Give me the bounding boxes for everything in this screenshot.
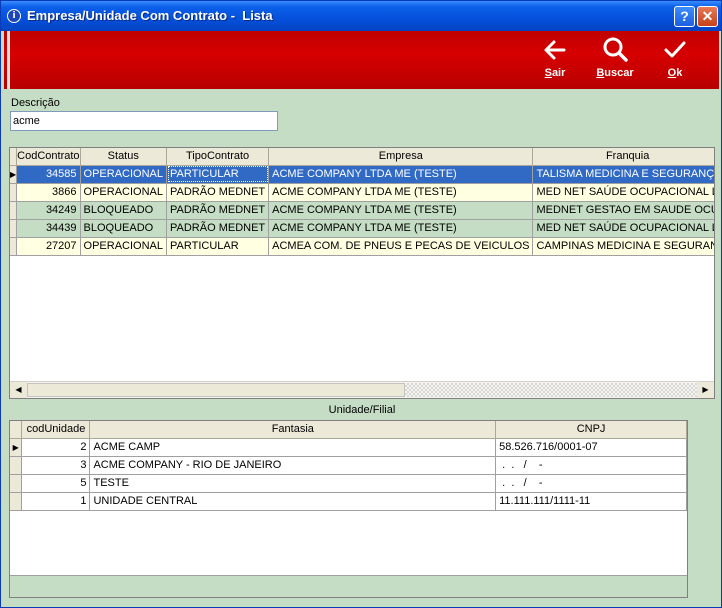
column-header[interactable]: Empresa — [268, 148, 534, 166]
row-indicator — [10, 492, 23, 511]
sair-button[interactable]: Sair — [530, 35, 580, 87]
sair-label: Sair — [544, 67, 566, 79]
close-button[interactable]: ✕ — [697, 6, 718, 27]
contracts-grid[interactable]: CodContrato Status TipoContrato Empresa … — [9, 147, 715, 399]
cell[interactable]: 27207 — [16, 237, 81, 256]
table-row[interactable]: 3 ACME COMPANY - RIO DE JANEIRO . . / - — [10, 456, 687, 475]
column-header[interactable]: Franquia — [532, 148, 714, 166]
cell[interactable]: OPERACIONAL — [80, 237, 168, 256]
units-header-row: codUnidade Fantasia CNPJ — [10, 421, 687, 439]
row-indicator-header — [10, 421, 23, 439]
table-row[interactable]: ▶ 2 ACME CAMP 58.526.716/0001-07 — [10, 438, 687, 457]
cell[interactable]: 34585 — [16, 165, 81, 184]
column-header[interactable]: CodContrato — [16, 148, 81, 166]
column-header[interactable]: codUnidade — [21, 421, 91, 439]
cell[interactable]: MED NET SAÚDE OCUPACIONAL L — [532, 183, 714, 202]
cell[interactable]: MED NET SAÚDE OCUPACIONAL L — [532, 219, 714, 238]
cell[interactable]: MEDNET GESTAO EM SAUDE OCU — [532, 201, 714, 220]
description-label: Descrição — [11, 97, 60, 109]
cell[interactable]: ACME COMPANY - RIO DE JANEIRO — [89, 456, 497, 475]
cell[interactable]: PARTICULAR — [166, 237, 270, 256]
window: i Empresa/Unidade Com Contrato - Lista ?… — [0, 0, 722, 608]
cell[interactable]: 3866 — [16, 183, 81, 202]
cell[interactable]: . . / - — [495, 474, 687, 493]
contracts-table: CodContrato Status TipoContrato Empresa … — [10, 148, 714, 256]
cell[interactable]: UNIDADE CENTRAL — [89, 492, 497, 511]
cell[interactable]: BLOQUEADO — [80, 219, 168, 238]
cell[interactable]: 5 — [21, 474, 91, 493]
contracts-header-row: CodContrato Status TipoContrato Empresa … — [10, 148, 714, 166]
title-bar[interactable]: i Empresa/Unidade Com Contrato - Lista ?… — [1, 1, 721, 31]
ok-label: Ok — [667, 67, 683, 79]
scrollbar-thumb[interactable] — [27, 383, 405, 397]
scroll-left-icon[interactable]: ◀ — [10, 382, 27, 398]
cell[interactable]: ACME CAMP — [89, 438, 497, 457]
cell[interactable]: PADRÃO MEDNET — [166, 183, 270, 202]
row-indicator — [10, 219, 18, 238]
cell[interactable]: PARTICULAR — [166, 165, 270, 184]
cell[interactable]: 11.111.111/1111-11 — [495, 492, 687, 511]
arrow-left-icon — [530, 35, 580, 67]
table-row[interactable]: 3866 OPERACIONAL PADRÃO MEDNET ACME COMP… — [10, 183, 714, 202]
units-grid[interactable]: codUnidade Fantasia CNPJ ▶ 2 ACME CAMP 5… — [9, 420, 688, 598]
table-row[interactable]: ▶ 34585 OPERACIONAL PARTICULAR ACME COMP… — [10, 165, 714, 184]
row-indicator — [10, 237, 18, 256]
column-header[interactable]: CNPJ — [495, 421, 687, 439]
column-header[interactable]: TipoContrato — [166, 148, 270, 166]
current-row-indicator-icon: ▶ — [10, 438, 23, 457]
cell[interactable]: ACME COMPANY LTDA ME (TESTE) — [268, 219, 534, 238]
description-input[interactable] — [10, 111, 278, 131]
app-icon: i — [7, 9, 21, 23]
cell[interactable]: TESTE — [89, 474, 497, 493]
table-row[interactable]: 5 TESTE . . / - — [10, 474, 687, 493]
cell[interactable]: 58.526.716/0001-07 — [495, 438, 687, 457]
toolbar-edge — [7, 31, 10, 89]
table-row[interactable]: 34249 BLOQUEADO PADRÃO MEDNET ACME COMPA… — [10, 201, 714, 220]
scrollbar-track[interactable] — [405, 383, 697, 397]
row-indicator-header — [10, 148, 18, 166]
units-table: codUnidade Fantasia CNPJ ▶ 2 ACME CAMP 5… — [10, 421, 687, 511]
row-indicator — [10, 183, 18, 202]
units-grid-footer — [10, 575, 687, 597]
cell[interactable]: 1 — [21, 492, 91, 511]
buscar-button[interactable]: Buscar — [590, 35, 640, 87]
buscar-label: Buscar — [596, 67, 634, 79]
cell[interactable]: OPERACIONAL — [80, 183, 168, 202]
cell[interactable]: . . / - — [495, 456, 687, 475]
table-row[interactable]: 34439 BLOQUEADO PADRÃO MEDNET ACME COMPA… — [10, 219, 714, 238]
search-icon — [590, 35, 640, 67]
cell[interactable]: TALISMA MEDICINA E SEGURANÇ — [532, 165, 714, 184]
row-indicator — [10, 474, 23, 493]
cell[interactable]: ACME COMPANY LTDA ME (TESTE) — [268, 165, 534, 184]
cell[interactable]: 3 — [21, 456, 91, 475]
cell[interactable]: OPERACIONAL — [80, 165, 168, 184]
cell[interactable]: ACME COMPANY LTDA ME (TESTE) — [268, 201, 534, 220]
table-row[interactable]: 1 UNIDADE CENTRAL 11.111.111/1111-11 — [10, 492, 687, 511]
cell[interactable]: CAMPINAS MEDICINA E SEGURAN — [532, 237, 714, 256]
current-row-indicator-icon: ▶ — [10, 165, 18, 184]
cell[interactable]: 34439 — [16, 219, 81, 238]
row-indicator — [10, 201, 18, 220]
scroll-right-icon[interactable]: ▶ — [697, 382, 714, 398]
cell[interactable]: PADRÃO MEDNET — [166, 201, 270, 220]
ok-button[interactable]: Ok — [650, 35, 700, 87]
cell[interactable]: ACME COMPANY LTDA ME (TESTE) — [268, 183, 534, 202]
column-header[interactable]: Fantasia — [89, 421, 497, 439]
horizontal-scrollbar[interactable]: ◀ ▶ — [10, 381, 714, 398]
toolbar: Sair Buscar Ok — [4, 31, 719, 89]
row-indicator — [10, 456, 23, 475]
cell[interactable]: 34249 — [16, 201, 81, 220]
cell[interactable]: BLOQUEADO — [80, 201, 168, 220]
column-header[interactable]: Status — [80, 148, 168, 166]
window-title: Empresa/Unidade Com Contrato - Lista — [27, 8, 273, 23]
cell[interactable]: 2 — [21, 438, 91, 457]
table-row[interactable]: 27207 OPERACIONAL PARTICULAR ACMEA COM. … — [10, 237, 714, 256]
cell[interactable]: PADRÃO MEDNET — [166, 219, 270, 238]
checkmark-icon — [650, 35, 700, 67]
cell[interactable]: ACMEA COM. DE PNEUS E PECAS DE VEICULOS — [268, 237, 534, 256]
unit-section-label: Unidade/Filial — [328, 404, 396, 416]
help-button[interactable]: ? — [674, 6, 695, 27]
